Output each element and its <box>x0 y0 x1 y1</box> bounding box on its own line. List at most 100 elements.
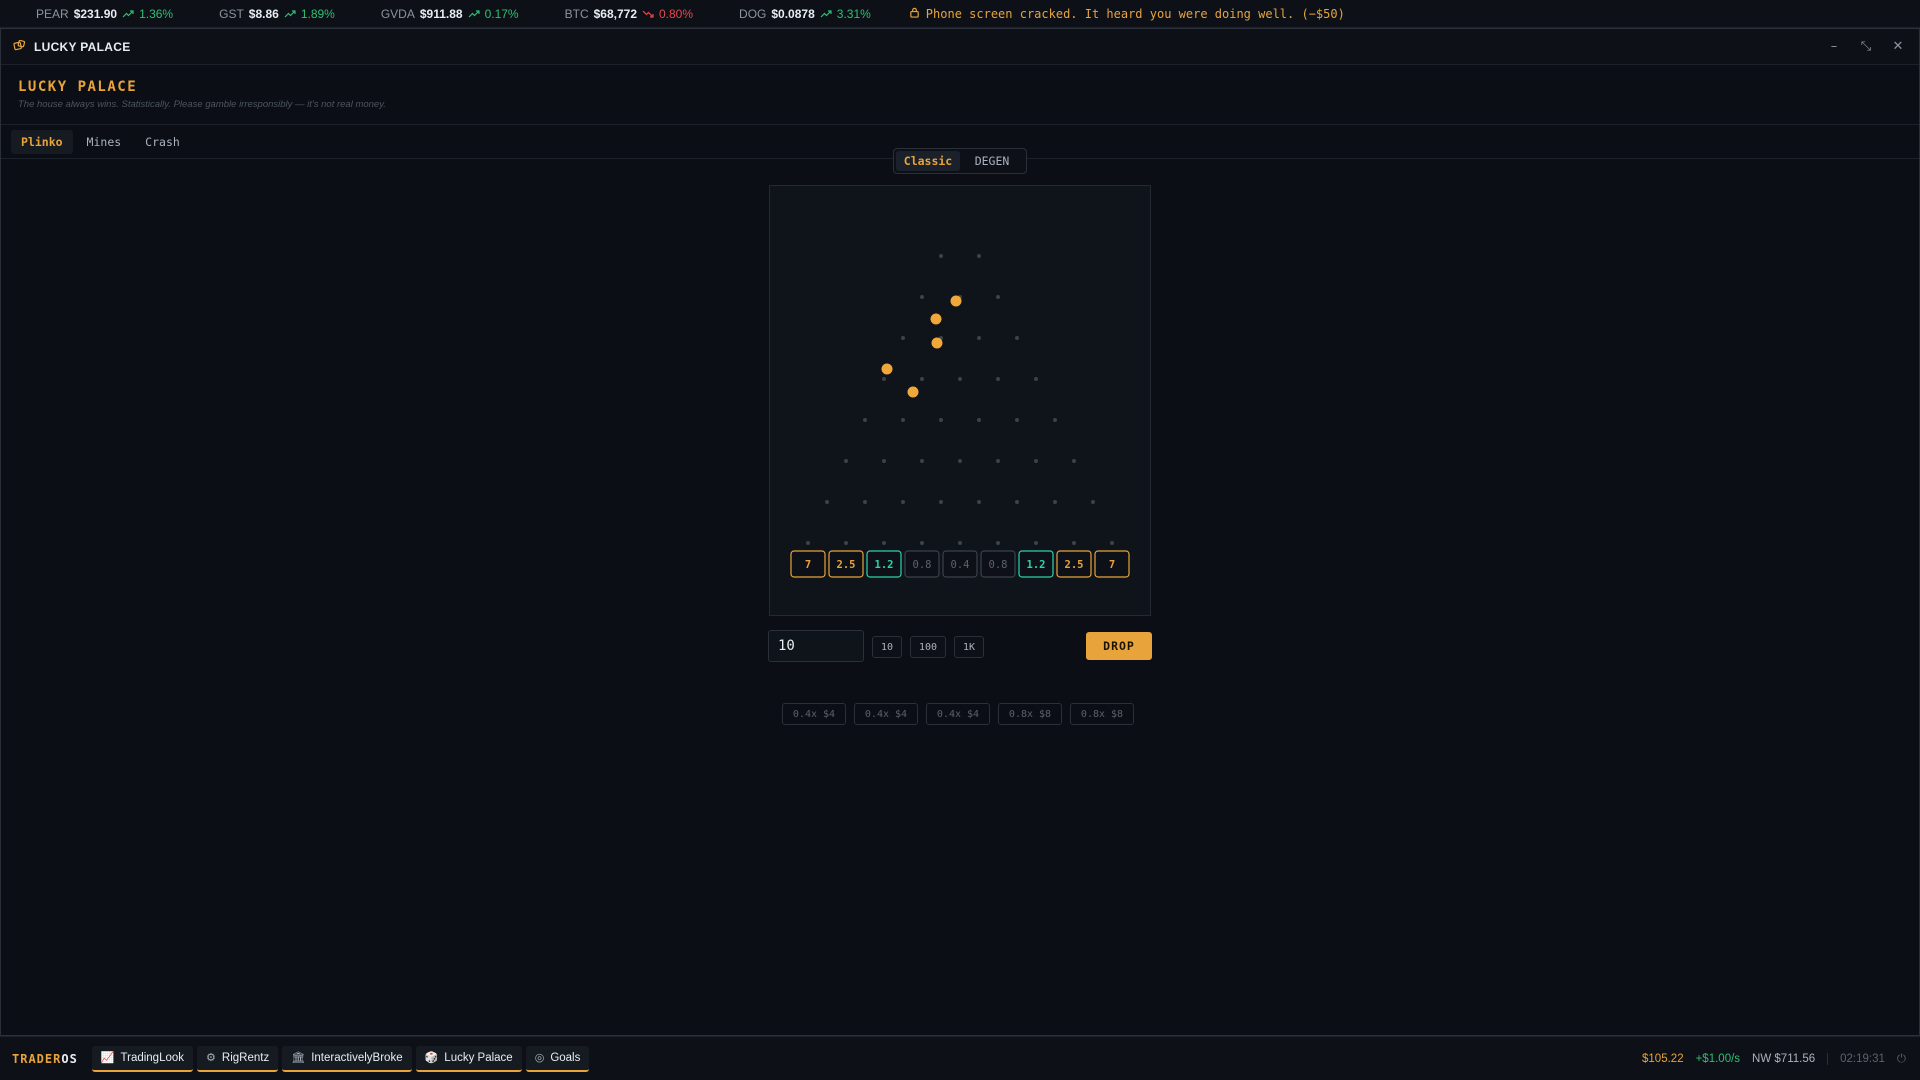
peg <box>958 541 962 545</box>
taskbar-app-rigrentz[interactable]: ⚙ RigRentz <box>197 1045 279 1072</box>
svg-text:0.8: 0.8 <box>913 559 932 571</box>
ticker-change: 0.17% <box>484 6 519 21</box>
peg <box>1072 459 1076 463</box>
lucky-palace-icon <box>13 37 26 56</box>
multiplier-bucket: 0.4 <box>942 550 978 578</box>
ticker-item-dog[interactable]: DOG $0.0878 3.31% <box>739 7 871 21</box>
tab-mines[interactable]: Mines <box>77 130 132 154</box>
plinko-ball <box>930 313 942 325</box>
svg-text:2.5: 2.5 <box>837 559 856 571</box>
trend-up-icon <box>284 7 296 21</box>
peg <box>920 295 924 299</box>
history-item: 0.4x $4 <box>926 703 990 725</box>
ticker-item-gst[interactable]: GST $8.86 1.89% <box>219 7 335 21</box>
ticker-symbol: GVDA <box>380 6 415 21</box>
peg <box>825 500 829 504</box>
peg <box>939 500 943 504</box>
close-icon[interactable]: ✕ <box>1891 39 1905 54</box>
ticker-symbol: BTC <box>564 6 589 21</box>
ticker-change: 1.36% <box>139 6 174 21</box>
peg <box>996 541 1000 545</box>
income-rate: +$1.00/s <box>1695 1052 1741 1065</box>
peg <box>939 418 943 422</box>
peg <box>920 459 924 463</box>
app-title: LUCKY PALACE <box>18 79 138 95</box>
taskbar-app-goals[interactable]: ◎ Goals <box>525 1045 590 1072</box>
clock: 02:19:31 <box>1827 1052 1885 1065</box>
svg-text:1.2: 1.2 <box>875 559 894 571</box>
multiplier-bucket: 2.5 <box>828 550 864 578</box>
peg <box>996 459 1000 463</box>
peg <box>901 418 905 422</box>
ticker-symbol: DOG <box>739 6 767 21</box>
bet-chip-1k[interactable]: 1K <box>954 636 984 658</box>
peg <box>1053 418 1057 422</box>
power-icon[interactable]: ⏻ <box>1897 1051 1906 1066</box>
peg <box>977 254 981 258</box>
taskbar-app-label: TradingLook <box>120 1051 185 1064</box>
trend-down-icon <box>642 7 654 21</box>
mode-classic[interactable]: Classic <box>896 151 960 171</box>
trend-up-icon <box>122 7 134 21</box>
peg <box>1072 541 1076 545</box>
bet-chip-100[interactable]: 100 <box>910 636 946 658</box>
peg <box>863 418 867 422</box>
peg <box>1034 541 1038 545</box>
peg <box>939 254 943 258</box>
taskbar-app-label: Goals <box>550 1051 581 1064</box>
minimize-icon[interactable]: – <box>1827 39 1841 54</box>
bet-amount-input[interactable] <box>768 630 864 662</box>
dice-icon: 🎲 <box>424 1051 439 1064</box>
multiplier-bucket: 2.5 <box>1056 550 1092 578</box>
drop-button[interactable]: DROP <box>1086 632 1152 660</box>
ticker-change: 1.89% <box>300 6 335 21</box>
taskbar-app-interactivelybroke[interactable]: 🏛 InteractivelyBroke <box>282 1045 412 1072</box>
plinko-ball <box>881 363 893 375</box>
multiplier-bucket: 1.2 <box>866 550 902 578</box>
mode-toggle: Classic DEGEN <box>893 148 1027 174</box>
ticker-item-btc[interactable]: BTC $68,772 0.80% <box>565 7 693 21</box>
svg-text:7: 7 <box>805 559 811 571</box>
trend-up-icon <box>468 7 480 21</box>
peg <box>882 459 886 463</box>
peg <box>977 500 981 504</box>
target-icon: ◎ <box>534 1051 545 1064</box>
peg <box>996 295 1000 299</box>
history-item: 0.4x $4 <box>782 703 846 725</box>
ticker-item-gvda[interactable]: GVDA $911.88 0.17% <box>381 7 519 21</box>
taskbar-app-tradinglook[interactable]: 📈 TradingLook <box>91 1045 194 1072</box>
lock-icon <box>909 7 920 21</box>
window-titlebar[interactable]: LUCKY PALACE – ⤡ ✕ <box>1 29 1919 65</box>
peg <box>844 541 848 545</box>
svg-text:0.8: 0.8 <box>989 559 1008 571</box>
app-tagline: The house always wins. Statistically. Pl… <box>18 99 386 110</box>
peg <box>863 500 867 504</box>
bet-chip-10[interactable]: 10 <box>872 636 902 658</box>
peg <box>996 377 1000 381</box>
peg <box>977 336 981 340</box>
ticker-item-pear[interactable]: PEAR $231.90 1.36% <box>36 7 173 21</box>
ticker-price: $911.88 <box>419 6 463 21</box>
multiplier-bucket: 7 <box>790 550 826 578</box>
multiplier-bucket: 7 <box>1094 550 1130 578</box>
taskbar-app-label: Lucky Palace <box>444 1051 513 1064</box>
tab-plinko[interactable]: Plinko <box>11 129 73 154</box>
bank-icon: 🏛 <box>291 1051 306 1064</box>
mode-degen[interactable]: DEGEN <box>960 151 1024 171</box>
taskbar: TRADEROS 📈 TradingLook ⚙ RigRentz 🏛 Interacti… <box>0 1036 1920 1080</box>
multiplier-bucket: 1.2 <box>1018 550 1054 578</box>
svg-text:0.4: 0.4 <box>951 559 970 571</box>
peg <box>1034 377 1038 381</box>
taskbar-app-label: RigRentz <box>221 1051 270 1064</box>
history-item: 0.8x $8 <box>1070 703 1134 725</box>
svg-text:7: 7 <box>1109 559 1115 571</box>
peg <box>920 541 924 545</box>
status-area: $105.22 +$1.00/s NW $711.56 02:19:31 ⏻ <box>1642 1051 1920 1066</box>
window-title: LUCKY PALACE <box>34 39 131 54</box>
net-worth: NW $711.56 <box>1752 1052 1816 1065</box>
tab-crash[interactable]: Crash <box>135 130 190 154</box>
plinko-ball <box>907 386 919 398</box>
history-item: 0.4x $4 <box>854 703 918 725</box>
restore-icon[interactable]: ⤡ <box>1859 39 1873 54</box>
taskbar-app-lucky-palace[interactable]: 🎲 Lucky Palace <box>415 1045 522 1072</box>
